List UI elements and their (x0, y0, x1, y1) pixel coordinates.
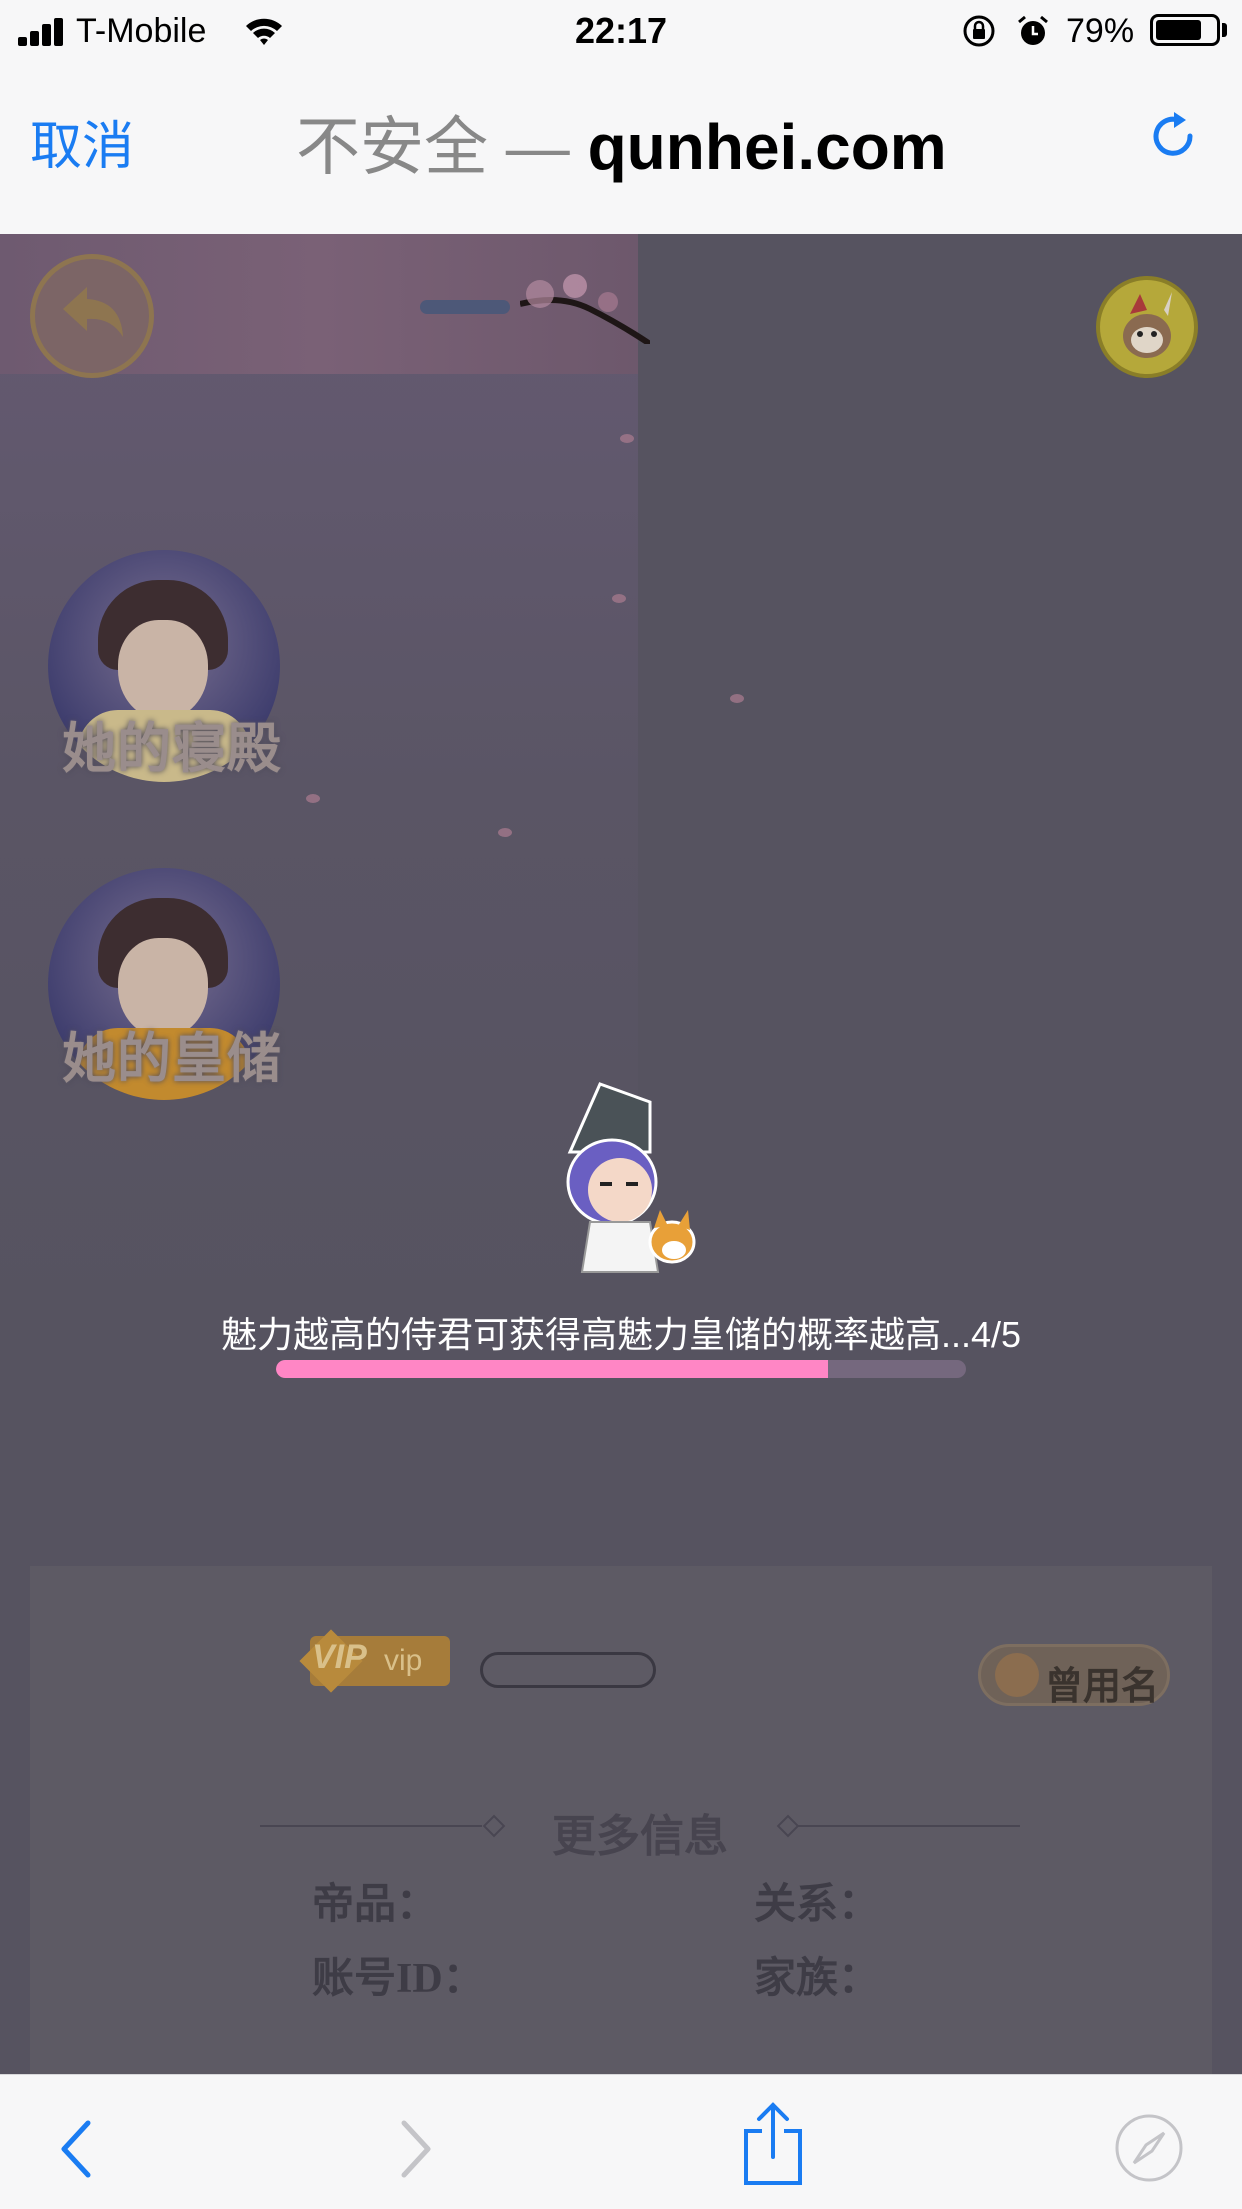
status-bar: T-Mobile 22:17 79% (0, 0, 1242, 64)
petal (730, 694, 744, 703)
portrait-label-heir[interactable]: 她的皇储 (62, 1014, 282, 1093)
petal (620, 434, 634, 443)
former-name-button[interactable]: 曾用名 (978, 1644, 1170, 1708)
back-icon[interactable] (56, 2119, 96, 2179)
relation-label: 关系： (754, 1882, 881, 1928)
address-bar[interactable]: 不安全 — qunhei.com (296, 96, 947, 188)
mascot-icon[interactable] (1096, 276, 1198, 378)
player-name-field (480, 1652, 656, 1688)
cherry-branch-decoration (520, 274, 650, 344)
battery-percent: 79% (1066, 12, 1135, 50)
share-icon[interactable] (742, 2101, 804, 2187)
tab-indicator (420, 300, 510, 314)
browser-nav-bar: 取消 不安全 — qunhei.com (0, 64, 1242, 234)
rabbit-mascot-icon (1123, 292, 1172, 358)
browser-toolbar (0, 2074, 1242, 2209)
rank-label: 帝品： (312, 1882, 439, 1928)
loading-character-icon (566, 1082, 696, 1273)
vip-badge: VIP vip (299, 1629, 450, 1693)
profile-info-panel: VIP vip 曾用名 更多信息 帝品： 关系： 账号ID： 家族： (30, 1566, 1212, 2074)
url-host: qunhei.com (587, 111, 947, 183)
safari-compass-icon[interactable] (1114, 2113, 1184, 2183)
battery-tip (1222, 23, 1227, 37)
cancel-button[interactable]: 取消 (30, 104, 134, 179)
vip-label: VIP (312, 1638, 367, 1676)
game-canvas[interactable]: 她的寝殿 她的皇储 魅力越高的侍君可获得高魅力皇储的概率越高...4/5 VIP… (0, 234, 1242, 2074)
forward-icon[interactable] (396, 2119, 436, 2179)
back-arrow-icon (63, 287, 123, 337)
security-warning-text: 不安全 — (296, 111, 588, 183)
loading-progress-fill (276, 1360, 828, 1378)
family-label: 家族： (754, 1956, 881, 2002)
petal (498, 828, 512, 837)
person-icon (995, 1653, 1039, 1697)
more-info-divider: 更多信息 (260, 1800, 1020, 1861)
loading-progress-bar (276, 1360, 966, 1378)
more-info-title: 更多信息 (552, 1812, 728, 1861)
petal (306, 794, 320, 803)
orientation-lock-icon (963, 15, 995, 47)
back-button[interactable] (30, 254, 154, 378)
account-id-label: 账号ID： (312, 1956, 485, 2002)
alarm-icon (1018, 15, 1048, 45)
portrait-label-chamber[interactable]: 她的寝殿 (62, 704, 282, 783)
battery-icon (1150, 14, 1220, 46)
vip-level-label: vip (384, 1644, 423, 1677)
clock: 22:17 (574, 10, 668, 51)
petal (612, 594, 626, 603)
former-name-label: 曾用名 (1045, 1666, 1160, 1708)
reload-icon[interactable] (1148, 110, 1200, 166)
loading-tip-text: 魅力越高的侍君可获得高魅力皇储的概率越高...4/5 (220, 1314, 1022, 1355)
